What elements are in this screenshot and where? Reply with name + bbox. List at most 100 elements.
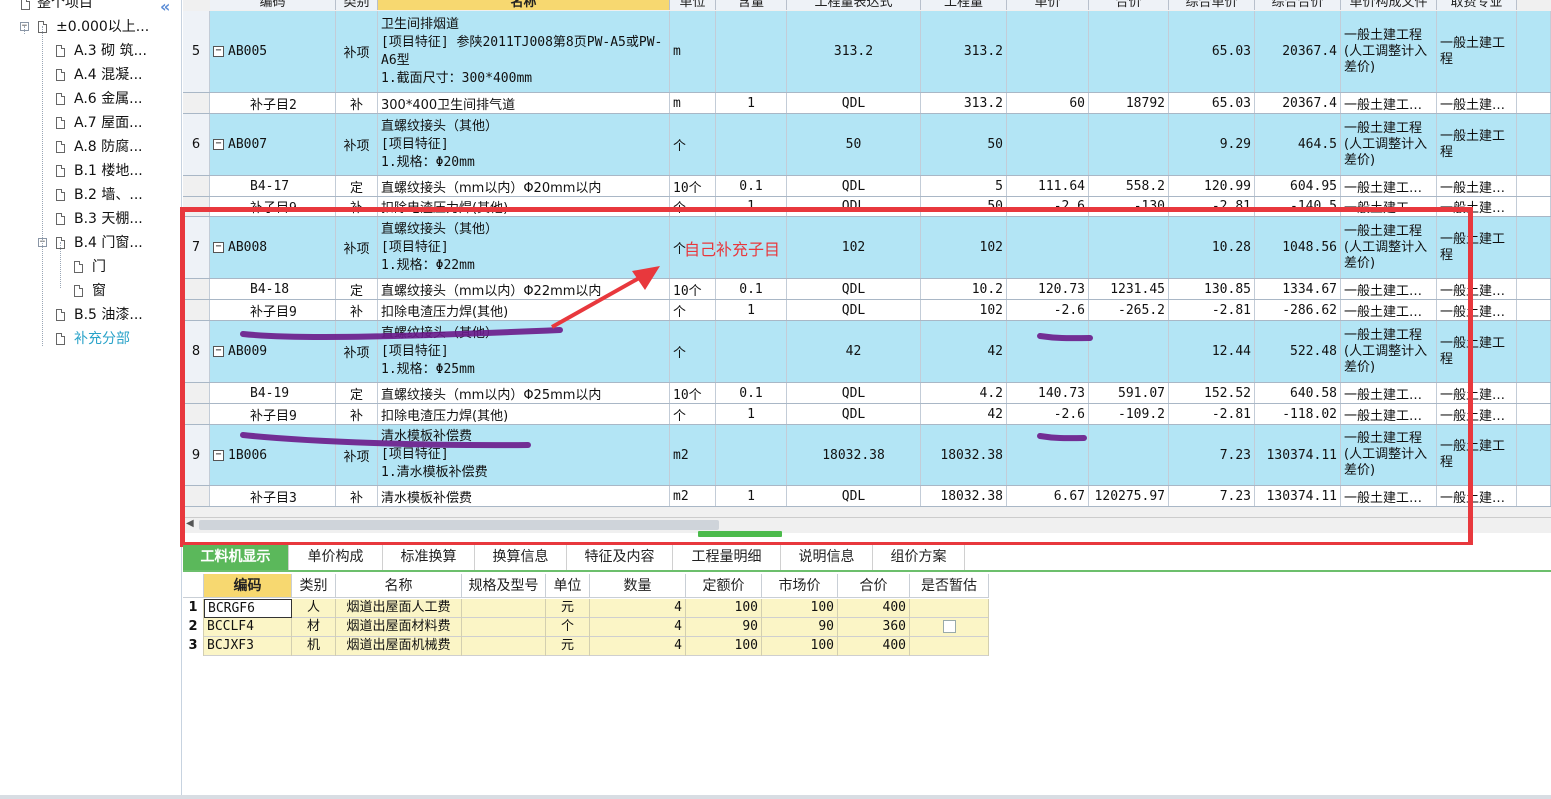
cell-price[interactable] bbox=[1007, 321, 1089, 382]
cell-expr[interactable]: QDL bbox=[787, 383, 921, 403]
resource-cell-cat[interactable]: 机 bbox=[292, 637, 336, 656]
column-header[interactable]: 工程量 bbox=[921, 0, 1007, 10]
column-header[interactable]: 单位 bbox=[670, 0, 716, 10]
resource-cell-num[interactable]: 2 bbox=[183, 618, 204, 637]
cell-price[interactable] bbox=[1007, 217, 1089, 278]
cell-file[interactable]: 一般土建工… bbox=[1341, 197, 1437, 216]
tree-node[interactable]: 窗 bbox=[74, 280, 106, 302]
cell-name[interactable]: 直螺纹接头（mm以内）Φ25mm以内 bbox=[378, 383, 670, 403]
cell-comp-price[interactable]: 12.44 bbox=[1169, 321, 1255, 382]
cell-price[interactable]: 120.73 bbox=[1007, 279, 1089, 299]
cell-file[interactable]: 一般土建工… bbox=[1341, 93, 1437, 113]
cell-expr[interactable]: QDL bbox=[787, 404, 921, 424]
cell-unit[interactable]: m bbox=[670, 93, 716, 113]
cell-file[interactable]: 一般土建工… bbox=[1341, 383, 1437, 403]
corner-header[interactable] bbox=[183, 574, 204, 598]
cell-file[interactable]: 一般土建工… bbox=[1341, 486, 1437, 506]
cell-total[interactable]: -265.2 bbox=[1089, 300, 1169, 320]
cell-total[interactable] bbox=[1089, 11, 1169, 92]
cell-cat[interactable]: 补 bbox=[336, 197, 378, 216]
cell-comp-total[interactable]: -286.62 bbox=[1255, 300, 1341, 320]
resource-cell-unit[interactable]: 元 bbox=[546, 637, 590, 656]
scroll-left-icon[interactable]: ◀ bbox=[186, 518, 194, 529]
cell-num[interactable]: 8 bbox=[183, 321, 210, 382]
detail-tab[interactable]: 特征及内容 bbox=[567, 545, 673, 570]
cell-cat[interactable]: 补 bbox=[336, 93, 378, 113]
resource-row[interactable]: 3 BCJXF3 机烟道出屋面机械费元 4 100 100 400 bbox=[183, 637, 989, 656]
cell-comp-price[interactable]: -2.81 bbox=[1169, 300, 1255, 320]
cell-expr[interactable]: 18032.38 bbox=[787, 425, 921, 485]
temp-estimate-checkbox[interactable] bbox=[942, 620, 956, 633]
column-header[interactable]: 类别 bbox=[336, 0, 378, 10]
cell-expr[interactable]: QDL bbox=[787, 300, 921, 320]
cell-comp-total[interactable]: -118.02 bbox=[1255, 404, 1341, 424]
cell-file[interactable]: 一般土建工… bbox=[1341, 279, 1437, 299]
cell-content[interactable] bbox=[716, 425, 787, 485]
cell-unit[interactable]: 10个 bbox=[670, 279, 716, 299]
cell-qty[interactable]: 18032.38 bbox=[921, 425, 1007, 485]
cell-name[interactable]: 直螺纹接头（其他） [项目特征] 1.规格：Φ20mm bbox=[378, 114, 670, 175]
cell-fee[interactable]: 一般土建… bbox=[1437, 197, 1517, 216]
cell-fee[interactable]: 一般土建… bbox=[1437, 404, 1517, 424]
resource-cell-num[interactable]: 1 bbox=[183, 599, 204, 618]
cell-cat[interactable]: 补 bbox=[336, 486, 378, 506]
column-header[interactable]: 合价 bbox=[1089, 0, 1169, 10]
cell-num[interactable] bbox=[183, 486, 210, 506]
column-header[interactable]: 单价构成文件 bbox=[1341, 0, 1437, 10]
cell-expr[interactable]: QDL bbox=[787, 486, 921, 506]
cell-unit[interactable]: 个 bbox=[670, 300, 716, 320]
cell-price[interactable]: -2.6 bbox=[1007, 197, 1089, 216]
bill-item-row[interactable]: 7− AB008 补项 直螺纹接头（其他） [项目特征] 1.规格：Φ22mm 个 102 10… bbox=[183, 217, 1551, 279]
row-collapse-icon[interactable]: − bbox=[213, 242, 224, 253]
cell-comp-price[interactable]: 152.52 bbox=[1169, 383, 1255, 403]
resource-row[interactable]: 1 BCRGF6 人烟道出屋面人工费元 4 100 100 400 bbox=[183, 599, 989, 618]
resource-cell-spec[interactable] bbox=[462, 618, 546, 637]
column-header[interactable]: 综合合价 bbox=[1255, 0, 1341, 10]
cell-content[interactable]: 0.1 bbox=[716, 176, 787, 196]
resource-cell-total[interactable]: 400 bbox=[838, 637, 910, 656]
cell-fee[interactable]: 一般土建… bbox=[1437, 300, 1517, 320]
cell-code[interactable]: 补子目9 bbox=[210, 404, 336, 424]
cell-file[interactable]: 一般土建工程(人工调整计入差价) bbox=[1341, 425, 1437, 485]
cell-fee[interactable]: 一般土建… bbox=[1437, 176, 1517, 196]
cell-price[interactable]: 6.67 bbox=[1007, 486, 1089, 506]
cell-num[interactable]: 7 bbox=[183, 217, 210, 278]
cell-content[interactable]: 1 bbox=[716, 486, 787, 506]
cell-code[interactable]: 补子目9 bbox=[210, 197, 336, 216]
cell-qty[interactable]: 102 bbox=[921, 300, 1007, 320]
resource-cell-num[interactable]: 3 bbox=[183, 637, 204, 656]
cell-name[interactable]: 直螺纹接头（mm以内）Φ22mm以内 bbox=[378, 279, 670, 299]
cell-num[interactable] bbox=[183, 197, 210, 216]
column-header[interactable]: 编码 bbox=[210, 0, 336, 10]
cell-num[interactable] bbox=[183, 404, 210, 424]
resource-cell-qty[interactable]: 4 bbox=[590, 637, 686, 656]
tree-node[interactable]: B.1 楼地... bbox=[56, 160, 143, 182]
cell-total[interactable] bbox=[1089, 321, 1169, 382]
cell-price[interactable] bbox=[1007, 114, 1089, 175]
cell-expr[interactable]: 313.2 bbox=[787, 11, 921, 92]
detail-tab[interactable]: 标准换算 bbox=[383, 545, 475, 570]
resource-cell-code[interactable]: BCJXF3 bbox=[204, 637, 292, 656]
cell-unit[interactable]: 个 bbox=[670, 114, 716, 175]
resource-row[interactable]: 2 BCCLF4 材烟道出屋面材料费个 4 90 90 360 bbox=[183, 618, 989, 637]
tree-node[interactable]: B.5 油漆... bbox=[56, 304, 143, 326]
cell-comp-price[interactable]: 7.23 bbox=[1169, 425, 1255, 485]
bill-item-row[interactable]: 8− AB009 补项 直螺纹接头（其他） [项目特征] 1.规格：Φ25mm 个 42 42 1… bbox=[183, 321, 1551, 383]
cell-code[interactable]: 补子目9 bbox=[210, 300, 336, 320]
tree-node[interactable]: A.8 防腐... bbox=[56, 136, 143, 158]
cell-cat[interactable]: 定 bbox=[336, 383, 378, 403]
cell-comp-total[interactable]: 1334.67 bbox=[1255, 279, 1341, 299]
cell-num[interactable]: 5 bbox=[183, 11, 210, 92]
cell-file[interactable]: 一般土建工程(人工调整计入差价) bbox=[1341, 321, 1437, 382]
cell-price[interactable] bbox=[1007, 11, 1089, 92]
sub-item-row[interactable]: 补子目9 补扣除电渣压力焊(其他) 个 1 QDL 50 -2.6 -130 -2.81 -140… bbox=[183, 197, 1551, 217]
cell-content[interactable]: 1 bbox=[716, 300, 787, 320]
cell-qty[interactable]: 50 bbox=[921, 114, 1007, 175]
cell-comp-price[interactable]: 120.99 bbox=[1169, 176, 1255, 196]
cell-num[interactable] bbox=[183, 176, 210, 196]
cell-content[interactable]: 1 bbox=[716, 404, 787, 424]
cell-fee[interactable]: 一般土建工程 bbox=[1437, 217, 1517, 278]
cell-code[interactable]: − AB009 bbox=[210, 321, 336, 382]
collapse-panel-icon[interactable]: « bbox=[160, 0, 170, 16]
cell-cat[interactable]: 补项 bbox=[336, 321, 378, 382]
